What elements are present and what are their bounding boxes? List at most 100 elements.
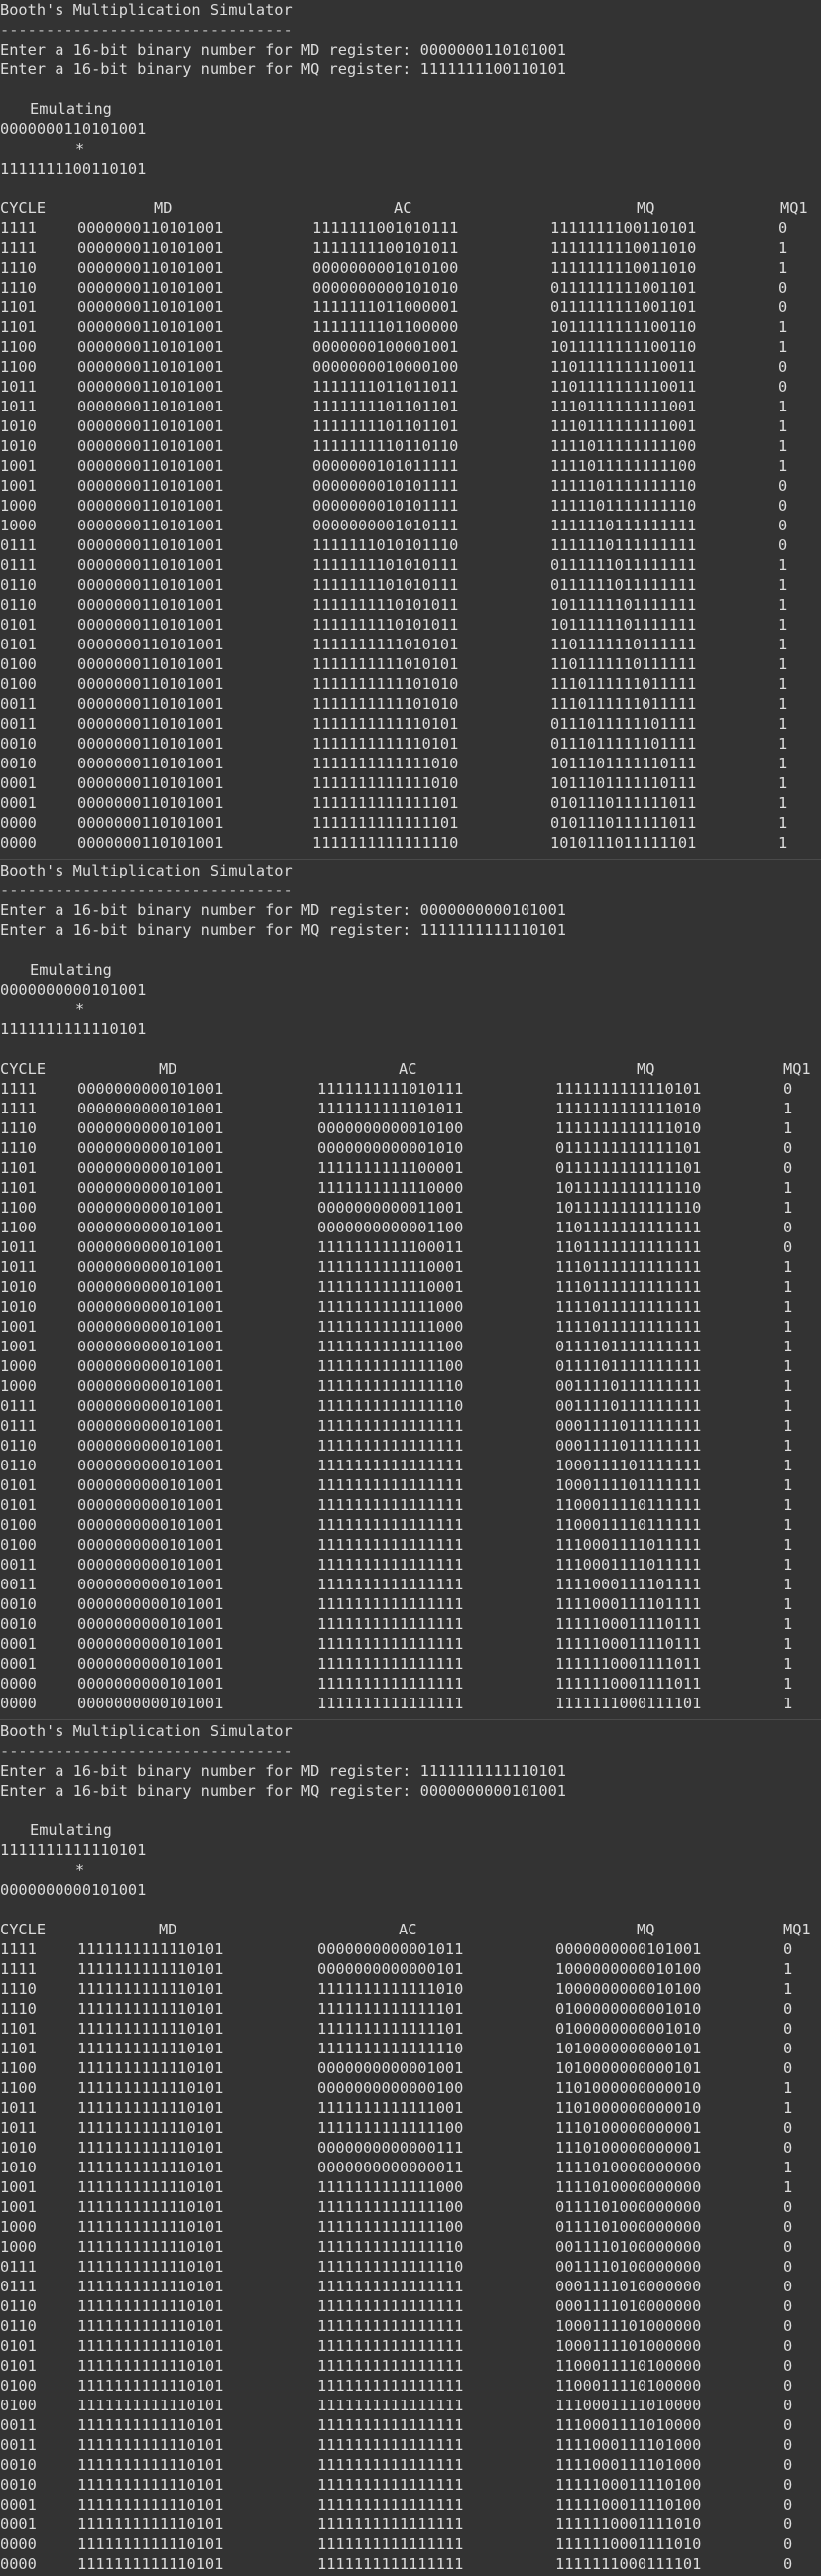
cycle-cell: 0000: [0, 834, 37, 852]
cycle-cell: 0100: [0, 1536, 37, 1554]
mq1-cell: 1: [783, 1397, 793, 1415]
md-cell: 0000000000101001: [77, 1437, 224, 1455]
header-ac: AC: [394, 199, 412, 217]
md-cell: 0000000110101001: [77, 576, 224, 594]
table-row: 1011 1111111111110101 1111111111111001 1101…: [0, 2098, 821, 2118]
operand-b: 1111111100110101: [0, 160, 147, 177]
mq1-cell: 0: [783, 2139, 793, 2157]
mq-cell: 1111000111101000: [555, 2456, 702, 2474]
md-cell: 0000000000101001: [77, 1695, 224, 1712]
md-cell: 0000000000101001: [77, 1615, 224, 1633]
mq-cell: 1111100011110100: [555, 2476, 702, 2494]
cycle-cell: 0000: [0, 1675, 37, 1693]
md-cell: 0000000110101001: [77, 497, 224, 515]
table-row: 0110 1111111111110101 1111111111111111 0001…: [0, 2296, 821, 2316]
ac-cell: 1111111111111111: [317, 2377, 464, 2395]
table-row: 1001 1111111111110101 1111111111111000 1111…: [0, 2177, 821, 2197]
table-row: 1110 1111111111110101 1111111111111101 0100…: [0, 1999, 821, 2019]
ac-cell: 1111111111111110: [317, 1397, 464, 1415]
md-cell: 1111111111110101: [77, 2516, 224, 2533]
separator: [0, 859, 821, 860]
mq-cell: 1000000000010100: [555, 1980, 702, 1998]
md-cell: 1111111111110101: [77, 2119, 224, 2137]
table-row: 1101 1111111111110101 1111111111111101 0100…: [0, 2019, 821, 2039]
operator: *: [75, 140, 85, 158]
mq-cell: 1111100011110111: [555, 1635, 702, 1653]
ac-cell: 1111111111111110: [317, 2258, 464, 2276]
mq-cell: 1100011110100000: [555, 2377, 702, 2395]
mq-cell: 1011111101111111: [550, 596, 697, 614]
table-row: 1111 1111111111110101 0000000000000101 1000…: [0, 1959, 821, 1979]
cycle-cell: 0010: [0, 735, 37, 753]
header-mq: MQ: [637, 1060, 655, 1078]
ac-cell: 1111111101101101: [312, 398, 459, 415]
mq1-cell: 1: [783, 1635, 793, 1653]
header-mq1: MQ1: [780, 199, 808, 217]
header-cycle: CYCLE: [0, 199, 47, 217]
table-row: 1010 0000000000101001 1111111111110001 1110…: [0, 1277, 821, 1297]
cycle-cell: 0001: [0, 2516, 37, 2533]
operand-b: 0000000000101001: [0, 1881, 147, 1899]
cycle-cell: 1001: [0, 1338, 37, 1355]
table-row: 0010 0000000110101001 1111111111111010 1011…: [0, 754, 821, 773]
cycle-cell: 1110: [0, 259, 37, 277]
md-prompt: Enter a 16-bit binary number for MD regi…: [0, 901, 566, 919]
mq1-cell: 1: [783, 2178, 793, 2196]
ac-cell: 1111111111111101: [317, 2000, 464, 2018]
mq-cell: 1111010000000000: [555, 2178, 702, 2196]
md-cell: 0000000000101001: [77, 1159, 224, 1177]
table-body: 1111 0000000110101001 1111111001010111 1111…: [0, 218, 821, 853]
mq-cell: 1011111101111111: [550, 616, 697, 634]
cycle-cell: 1000: [0, 2218, 37, 2236]
mq-cell: 1101111111111111: [555, 1238, 702, 1256]
cycle-cell: 1110: [0, 2000, 37, 2018]
table-row: 1110 0000000000101001 0000000000010100 1111…: [0, 1118, 821, 1138]
mq-cell: 0011110100000000: [555, 2258, 702, 2276]
md-cell: 0000000110101001: [77, 794, 224, 812]
mq-cell: 0000000000101001: [555, 1940, 702, 1958]
md-cell: 0000000000101001: [77, 1496, 224, 1514]
cycle-cell: 1000: [0, 497, 37, 515]
ac-cell: 1111111111111111: [317, 1476, 464, 1494]
table-row: 1100 0000000000101001 0000000000011001 1011…: [0, 1198, 821, 1218]
ac-cell: 1111111101100000: [312, 318, 459, 336]
table-row: 0111 1111111111110101 1111111111111110 0011…: [0, 2257, 821, 2277]
mq-cell: 1110100000000001: [555, 2139, 702, 2157]
ac-cell: 1111111111111111: [317, 2496, 464, 2514]
md-cell: 0000000000101001: [77, 1199, 224, 1217]
table-row: 0000 0000000110101001 1111111111111110 1010…: [0, 833, 821, 853]
md-cell: 1111111111110101: [77, 2337, 224, 2355]
table-row: 0000 1111111111110101 1111111111111111 1111…: [0, 2534, 821, 2554]
mq-cell: 1100011110111111: [555, 1496, 702, 1514]
mq1-cell: 0: [783, 2000, 793, 2018]
table-row: 0011 0000000110101001 1111111111110101 0111…: [0, 714, 821, 734]
mq-cell: 1111011111111111: [555, 1318, 702, 1336]
ac-cell: 1111111111111010: [317, 1980, 464, 1998]
cycle-cell: 1000: [0, 2238, 37, 2256]
table-row: 0110 0000000000101001 1111111111111111 1000…: [0, 1456, 821, 1475]
mq1-cell: 0: [783, 2238, 793, 2256]
mq1-cell: 0: [783, 2516, 793, 2533]
ac-cell: 0000000101011111: [312, 457, 459, 475]
mq1-cell: 0: [783, 2020, 793, 2038]
md-cell: 1111111111110101: [77, 2436, 224, 2454]
md-cell: 0000000000101001: [77, 1139, 224, 1157]
cycle-cell: 0101: [0, 1496, 37, 1514]
table-row: 1101 0000000110101001 1111111101100000 1011…: [0, 317, 821, 337]
ac-cell: 1111111111111111: [317, 1595, 464, 1613]
mq1-cell: 1: [778, 259, 788, 277]
ac-cell: 1111111111111101: [312, 814, 459, 832]
ac-cell: 1111111111110001: [317, 1278, 464, 1296]
mq-cell: 0001111011111111: [555, 1417, 702, 1435]
mq-cell: 1111110111111111: [550, 536, 697, 554]
cycle-cell: 1001: [0, 2178, 37, 2196]
cycle-cell: 0101: [0, 2357, 37, 2375]
md-cell: 1111111111110101: [77, 2456, 224, 2474]
ac-cell: 0000000100001001: [312, 338, 459, 356]
mq1-cell: 1: [783, 1199, 793, 1217]
cycle-cell: 1011: [0, 2119, 37, 2137]
mq1-cell: 1: [778, 774, 788, 792]
table-row: 0110 0000000110101001 1111111110101011 1011…: [0, 595, 821, 615]
md-cell: 0000000110101001: [77, 636, 224, 653]
header-cycle: CYCLE: [0, 1060, 47, 1078]
